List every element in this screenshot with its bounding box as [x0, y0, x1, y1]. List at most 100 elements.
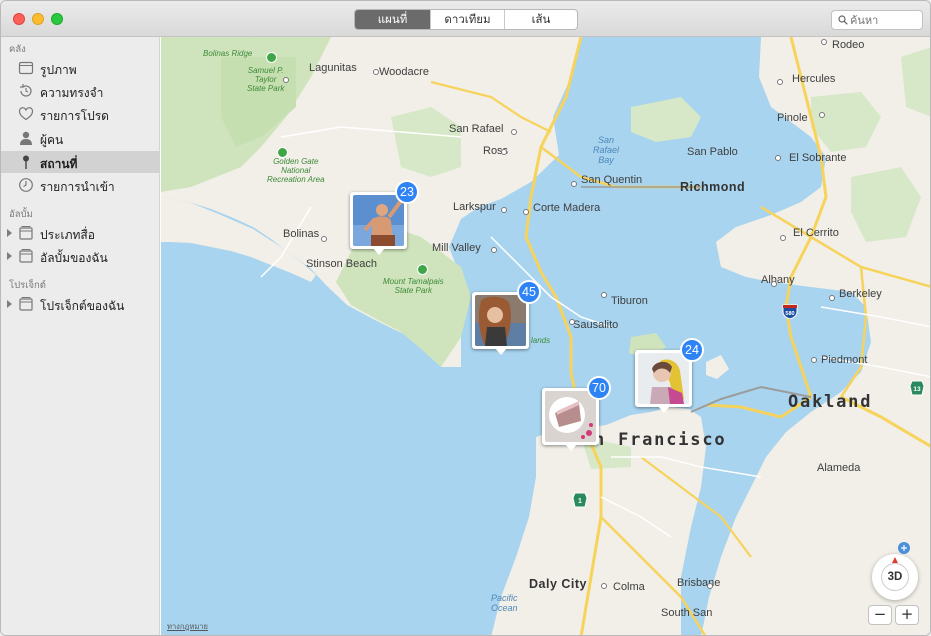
- map-label-hercules: Hercules: [792, 73, 836, 85]
- person-icon: [20, 131, 32, 145]
- map-label-daly-city: Daly City: [529, 577, 587, 591]
- sidebar-item-photos[interactable]: รูปภาพ: [1, 57, 160, 79]
- tab-satellite[interactable]: ดาวเทียม: [430, 10, 504, 29]
- sidebar-item-label: รูปภาพ: [40, 63, 77, 77]
- photo-pin-san-francisco[interactable]: 70: [542, 376, 611, 451]
- map-style-segmented-control: แผนที่ ดาวเทียม เส้นตาราง: [354, 9, 578, 30]
- map-view[interactable]: Bolinas Ridge Samuel P. Taylor State Par…: [161, 37, 930, 635]
- heart-icon: [18, 107, 34, 121]
- photo-pin-bolinas[interactable]: 23: [350, 180, 419, 255]
- minimize-window-button[interactable]: [32, 13, 44, 25]
- map-label-lagunitas: Lagunitas: [309, 62, 357, 74]
- map-label-alameda: Alameda: [817, 462, 861, 474]
- sidebar-item-memories[interactable]: ความทรงจำ: [1, 80, 160, 102]
- town-dot: [571, 181, 577, 187]
- map-label-oakland: Oakland: [788, 392, 873, 412]
- map-label-colma: Colma: [613, 581, 645, 593]
- map-label-tamalpais: Mount Tamalpais State Park: [383, 277, 444, 295]
- shield-label: 1: [578, 498, 582, 505]
- map-label-san-quentin: San Quentin: [581, 174, 643, 186]
- album-icon: [19, 249, 33, 263]
- map-label-san-rafael-bay: San Rafael Bay: [593, 135, 620, 165]
- shield-label: 580: [785, 311, 794, 317]
- sidebar-item-label: อัลบั้มของฉัน: [40, 251, 108, 265]
- town-dot: [780, 235, 786, 241]
- map-label-albany: Albany: [761, 274, 795, 286]
- search-field[interactable]: [831, 10, 923, 30]
- tab-grid[interactable]: เส้นตาราง: [504, 10, 577, 29]
- map-label-mill-valley: Mill Valley: [432, 242, 481, 254]
- map-label-pacific-ocean: Pacific Ocean: [491, 593, 518, 613]
- fullscreen-window-button[interactable]: [51, 13, 63, 25]
- sidebar-item-favorites[interactable]: รายการโปรด: [1, 103, 160, 125]
- photo-count-badge: 45: [517, 280, 541, 304]
- compass-3d-button[interactable]: 3D: [872, 554, 918, 600]
- zoom-in-button[interactable]: +: [895, 605, 919, 625]
- town-dot: [511, 129, 517, 135]
- map-label-corte-madera: Corte Madera: [533, 202, 601, 214]
- sidebar-item-places[interactable]: สถานที่: [1, 151, 160, 173]
- town-dot: [501, 207, 507, 213]
- disclosure-triangle-icon[interactable]: [7, 229, 12, 237]
- search-icon: [838, 15, 848, 25]
- photo-count-badge: 24: [680, 338, 704, 362]
- map-label-bolinas-ridge: Bolinas Ridge: [203, 49, 253, 58]
- map-label-samuel-taylor: Samuel P. Taylor State Park: [247, 66, 285, 93]
- map-label-headlands: lands: [531, 336, 551, 345]
- album-icon: [19, 226, 33, 240]
- map-label-bolinas: Bolinas: [283, 228, 320, 240]
- map-label-san-francisco: n Francisco: [594, 430, 727, 450]
- memories-icon: [20, 84, 32, 97]
- sidebar-item-my-albums[interactable]: อัลบั้มของฉัน: [1, 245, 160, 267]
- map-label-san-pablo: San Pablo: [687, 146, 738, 158]
- photo-pin-oakland[interactable]: 24: [635, 338, 704, 413]
- town-dot: [523, 209, 529, 215]
- map-label-south-san: South San: [661, 607, 713, 619]
- sidebar-item-label: สถานที่: [40, 157, 78, 171]
- town-dot: [501, 149, 507, 155]
- legal-link[interactable]: ทางกฎหมาย: [167, 621, 208, 633]
- map-label-el-sobrante: El Sobrante: [789, 152, 847, 164]
- town-dot: [771, 281, 777, 287]
- town-dot: [601, 292, 607, 298]
- tab-map[interactable]: แผนที่: [355, 10, 430, 29]
- town-dot: [569, 319, 575, 325]
- map-label-richmond: Richmond: [680, 180, 746, 194]
- disclosure-triangle-icon[interactable]: [7, 300, 12, 308]
- map-label-stinson-beach: Stinson Beach: [306, 258, 377, 270]
- photo-count-badge: 70: [587, 376, 611, 400]
- map-label-el-cerrito: El Cerrito: [793, 227, 839, 239]
- map-label-golden-gate: Golden Gate National Recreation Area: [267, 157, 325, 184]
- sidebar-item-label: รายการนำเข้า: [40, 180, 115, 194]
- clock-icon: [19, 178, 33, 192]
- park-marker-icon: [266, 52, 277, 63]
- pin-pointer: [495, 348, 507, 355]
- disclosure-triangle-icon[interactable]: [7, 252, 12, 260]
- sidebar-item-people[interactable]: ผู้คน: [1, 127, 160, 149]
- close-window-button[interactable]: [13, 13, 25, 25]
- town-dot: [819, 112, 825, 118]
- sidebar-item-my-projects[interactable]: โปรเจ็กต์ของฉัน: [1, 293, 160, 315]
- photo-thumbnail: [545, 391, 596, 442]
- map-label-tiburon: Tiburon: [611, 295, 648, 307]
- photo-thumbnail: [638, 353, 689, 404]
- map-label-pinole: Pinole: [777, 112, 808, 124]
- sidebar: คลัง รูปภาพ ความทรงจำ รายการโปรด ผู้คน ส…: [1, 37, 160, 635]
- map-label-rodeo: Rodeo: [832, 39, 865, 51]
- photo-pin-sausalito[interactable]: 45: [472, 280, 541, 355]
- sidebar-item-label: รายการโปรด: [40, 109, 109, 123]
- sidebar-item-label: ผู้คน: [40, 133, 64, 147]
- town-dot: [777, 79, 783, 85]
- sidebar-item-imports[interactable]: รายการนำเข้า: [1, 174, 160, 196]
- zoom-out-button[interactable]: −: [868, 605, 892, 625]
- pin-pointer: [373, 248, 385, 255]
- photos-icon: [18, 61, 34, 75]
- section-albums-header: อัลบั้ม: [9, 209, 33, 220]
- sidebar-item-media-types[interactable]: ประเภทสื่อ: [1, 222, 160, 244]
- town-dot: [373, 69, 379, 75]
- town-dot: [491, 247, 497, 253]
- shield-label: 13: [913, 386, 921, 393]
- map-label-sausalito: Sausalito: [573, 319, 619, 331]
- search-input[interactable]: [850, 13, 916, 27]
- title-bar: แผนที่ ดาวเทียม เส้นตาราง: [1, 1, 930, 37]
